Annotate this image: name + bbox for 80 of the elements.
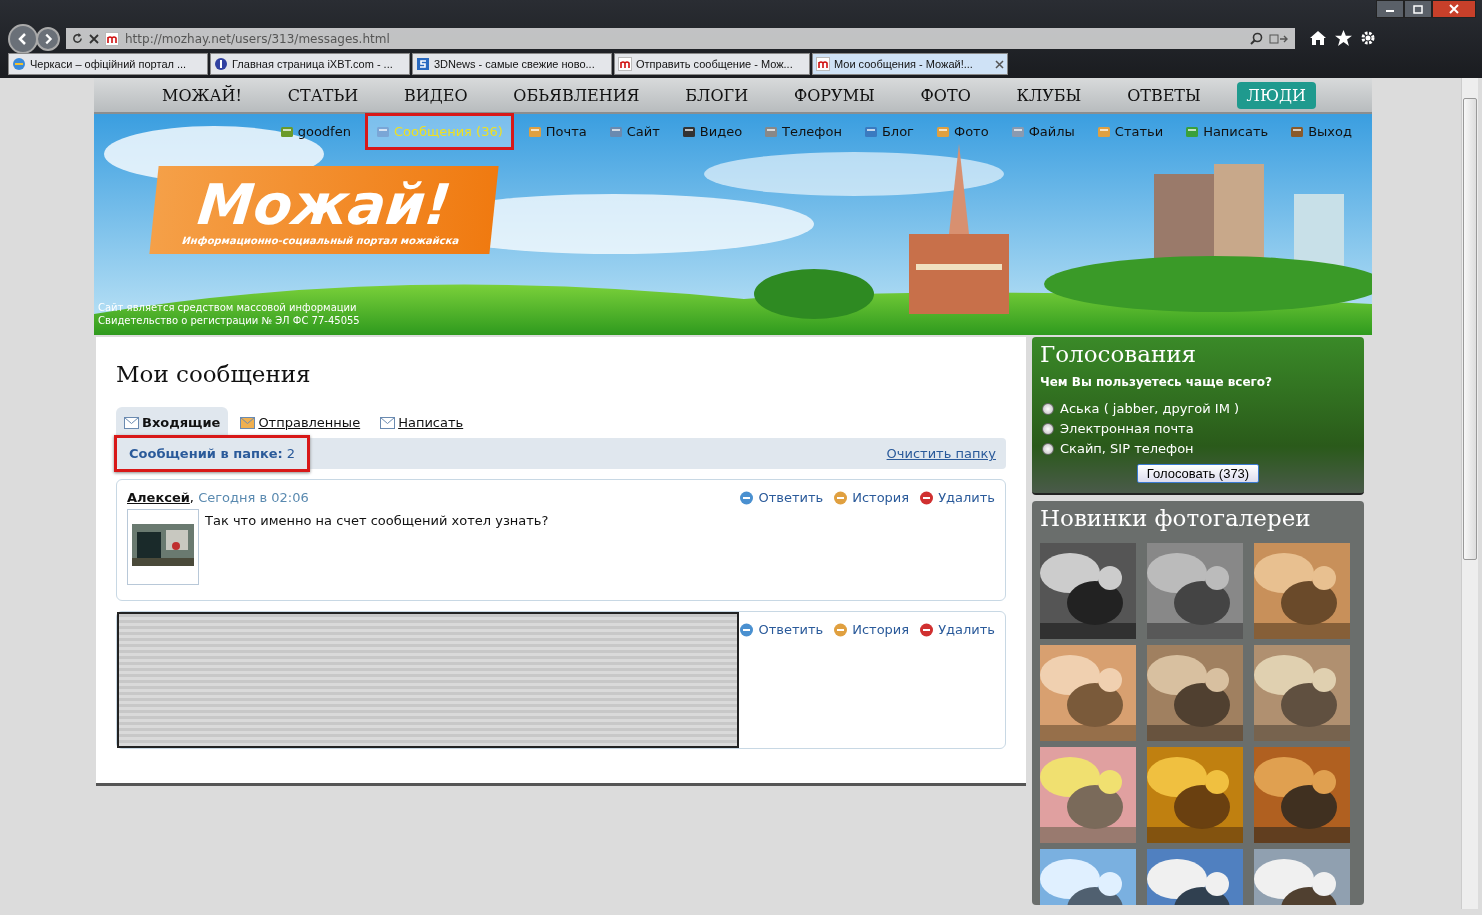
user-menu-link[interactable]: Почта <box>523 122 591 141</box>
nav-link[interactable]: МОЖАЙ! <box>152 81 252 109</box>
close-icon <box>1449 4 1459 14</box>
user-menu-link[interactable]: Блог <box>859 122 918 141</box>
comma: , <box>189 490 194 505</box>
favicon-icon <box>214 57 228 71</box>
author-link[interactable]: Алексей <box>127 490 190 505</box>
maximize-button[interactable] <box>1404 0 1432 18</box>
scrollbar[interactable] <box>1461 78 1478 909</box>
back-button[interactable] <box>8 24 38 54</box>
user-menu-link[interactable]: Написать <box>1181 122 1273 141</box>
user-menu-link[interactable]: Видео <box>677 122 747 141</box>
gallery-title: Новинки фотогалереи <box>1040 505 1312 531</box>
message-time: Сегодня в 02:06 <box>198 490 309 505</box>
user-menu-link[interactable]: Файлы <box>1006 122 1079 141</box>
close-icon[interactable] <box>89 33 99 44</box>
user-menu-link[interactable]: Фото <box>931 122 993 141</box>
favorites-star-icon[interactable] <box>1335 30 1352 46</box>
folder-tab[interactable]: Отправленные <box>232 407 369 438</box>
browser-tab[interactable]: Отправить сообщение - Мож... <box>614 53 810 75</box>
nav-link[interactable]: ФОТО <box>910 81 981 109</box>
settings-icon[interactable] <box>1360 30 1376 46</box>
home-icon[interactable] <box>1309 30 1327 46</box>
browser-tab[interactable]: Мои сообщения - Можай!... <box>812 53 1008 75</box>
registration-note: Сайт является средством массовой информации <box>98 301 358 314</box>
user-menu-link[interactable]: Телефон <box>760 122 846 141</box>
nav-link[interactable]: ФОРУМЫ <box>783 81 885 109</box>
poll-option[interactable]: Скайп, SIP телефон <box>1042 441 1356 456</box>
forward-button[interactable] <box>36 27 60 51</box>
folder-count: Сообщений в папке: 2 <box>114 435 311 472</box>
favicon-icon <box>12 57 26 71</box>
close-window-button[interactable] <box>1432 0 1476 18</box>
clear-folder-link[interactable]: Очистить папку <box>886 446 996 461</box>
message-action-link[interactable]: Удалить <box>919 622 995 637</box>
logo-subtitle: Информационно-социальный портал можайска <box>181 234 460 246</box>
radio-button[interactable] <box>1042 422 1054 435</box>
favicon-icon <box>816 57 830 71</box>
nav-link[interactable]: СТАТЬИ <box>277 81 369 109</box>
minimize-button[interactable] <box>1376 0 1404 18</box>
user-menu-link[interactable]: Статьи <box>1092 122 1168 141</box>
poll-title: Голосования <box>1040 341 1198 367</box>
page-title: Мои сообщения <box>116 361 312 387</box>
vote-button[interactable]: Голосовать (373) <box>1136 464 1260 483</box>
nav-link[interactable]: КЛУБЫ <box>1006 81 1092 109</box>
site-logo-icon <box>105 31 119 46</box>
folder-tab[interactable]: Написать <box>372 407 472 438</box>
browser-tab[interactable]: Главная страница iXBT.com - ... <box>210 53 410 75</box>
user-menu-link[interactable]: Выход <box>1286 122 1356 141</box>
message-action-link[interactable]: Ответить <box>739 490 824 505</box>
message-action-link[interactable]: Удалить <box>919 490 995 505</box>
nav-link[interactable]: БЛОГИ <box>675 81 759 109</box>
nav-link[interactable]: ОТВЕТЫ <box>1117 81 1211 109</box>
favicon-icon <box>618 57 632 71</box>
message-action-link[interactable]: Ответить <box>739 622 824 637</box>
poll-option[interactable]: Электронная почта <box>1042 421 1356 436</box>
avatar-frame[interactable] <box>127 509 199 585</box>
browser-tab[interactable]: 3DNews - самые свежие ново... <box>412 53 612 75</box>
user-menu-link[interactable]: Сайт <box>604 122 664 141</box>
message-text: Так что именно на счет сообщений хотел узнать? <box>205 513 549 530</box>
address-bar[interactable]: http://mozhay.net/users/313/messages.html <box>66 28 1295 49</box>
favicon-icon <box>416 57 430 71</box>
user-menu-link[interactable]: goodfen <box>275 122 355 141</box>
browser-tab[interactable]: Черкаси – офіційний портал ... <box>8 53 208 75</box>
search-icon[interactable] <box>1250 32 1263 45</box>
url-text: http://mozhay.net/users/313/messages.html <box>125 31 390 46</box>
message-action-link[interactable]: История <box>833 622 910 637</box>
nav-link[interactable]: ОБЬЯВЛЕНИЯ <box>503 81 650 109</box>
nav-link[interactable]: ВИДЕО <box>394 81 478 109</box>
scrollbar-thumb[interactable] <box>1463 98 1477 560</box>
radio-button[interactable] <box>1042 402 1054 415</box>
message-action-link[interactable]: История <box>833 490 910 505</box>
compat-view-icon[interactable] <box>1269 32 1289 45</box>
registration-note: Свидетельство о регистрации № ЭЛ ФС 77-45055 <box>98 314 360 327</box>
refresh-icon[interactable] <box>72 33 83 44</box>
maximize-icon <box>1413 4 1423 14</box>
radio-button[interactable] <box>1042 442 1054 455</box>
poll-question: Чем Вы пользуетесь чаще всего? <box>1040 375 1274 389</box>
poll-option[interactable]: Аська ( jabber, другой IM ) <box>1042 401 1356 416</box>
logo-title: Можай! <box>195 174 454 235</box>
close-tab-icon[interactable] <box>995 59 1004 69</box>
